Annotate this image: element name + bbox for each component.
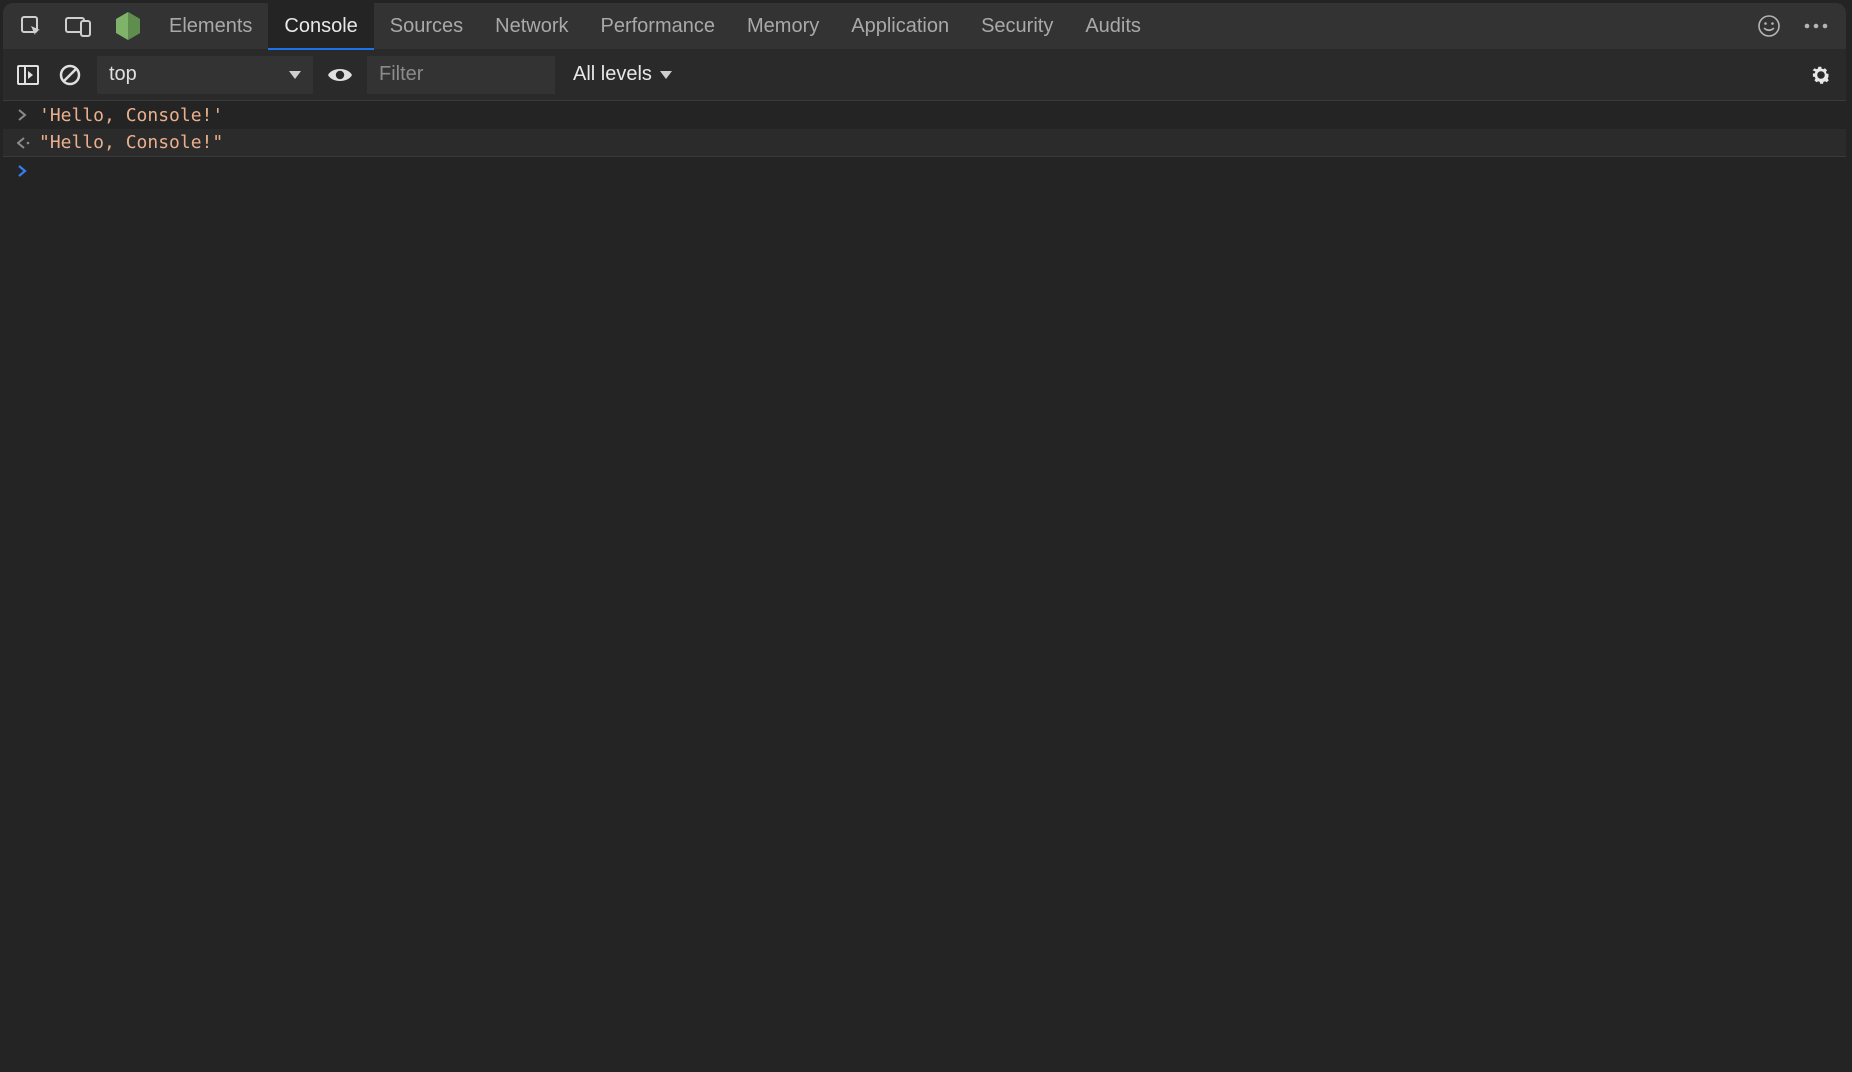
log-level-value: All levels — [573, 63, 652, 86]
tab-label: Network — [495, 15, 568, 38]
tabstrip-right — [1754, 11, 1846, 41]
clear-console-button[interactable] — [55, 60, 85, 90]
context-select-value: top — [109, 63, 137, 86]
row-code: "Hello, Console!" — [39, 132, 223, 153]
tabstrip-left: Elements Console Sources Network Performance… — [3, 3, 1157, 49]
smiley-icon — [1758, 15, 1780, 37]
eye-icon — [327, 66, 353, 84]
console-output-row: "Hello, Console!" — [3, 129, 1846, 157]
console-input-row: 'Hello, Console!' — [3, 101, 1846, 129]
row-gutter — [17, 137, 39, 149]
console-settings-button[interactable] — [1806, 60, 1836, 90]
more-menu-button[interactable] — [1800, 11, 1832, 41]
inspect-element-button[interactable] — [3, 3, 53, 49]
chevron-right-icon — [17, 109, 27, 121]
sidebar-toggle-icon — [17, 65, 39, 85]
tab-label: Sources — [390, 15, 463, 38]
chevron-right-icon — [17, 165, 27, 177]
tab-application[interactable]: Application — [835, 3, 965, 49]
execution-context-select[interactable]: top — [97, 56, 313, 94]
chevron-down-icon — [660, 71, 672, 79]
tab-network[interactable]: Network — [479, 3, 584, 49]
row-code: 'Hello, Console!' — [39, 105, 223, 126]
filter-input[interactable] — [367, 56, 555, 94]
row-gutter — [17, 109, 39, 121]
tab-label: Application — [851, 15, 949, 38]
tab-elements[interactable]: Elements — [153, 3, 268, 49]
feedback-button[interactable] — [1754, 11, 1784, 41]
log-level-select[interactable]: All levels — [567, 63, 678, 86]
devtools-tabstrip: Elements Console Sources Network Performance… — [3, 3, 1846, 49]
row-gutter — [17, 165, 39, 177]
tab-label: Performance — [601, 15, 716, 38]
tab-label: Elements — [169, 15, 252, 38]
toggle-device-toolbar-button[interactable] — [53, 3, 103, 49]
tab-sources[interactable]: Sources — [374, 3, 479, 49]
nodejs-icon — [115, 11, 141, 41]
console-body: 'Hello, Console!' "Hello, Console!" — [3, 101, 1846, 185]
tab-label: Audits — [1085, 15, 1141, 38]
nodejs-debug-button[interactable] — [103, 3, 153, 49]
inspect-icon — [19, 14, 43, 38]
device-icon — [65, 15, 91, 37]
tab-console[interactable]: Console — [268, 3, 373, 49]
tab-performance[interactable]: Performance — [585, 3, 732, 49]
live-expression-button[interactable] — [325, 60, 355, 90]
return-left-icon — [17, 137, 31, 149]
console-toolbar: top All levels — [3, 49, 1846, 101]
devtools-tabs: Elements Console Sources Network Performance… — [153, 3, 1157, 49]
dots-horizontal-icon — [1804, 23, 1828, 29]
tab-security[interactable]: Security — [965, 3, 1069, 49]
gear-icon — [1809, 63, 1833, 87]
tab-audits[interactable]: Audits — [1069, 3, 1157, 49]
tab-label: Security — [981, 15, 1053, 38]
toggle-sidebar-button[interactable] — [13, 60, 43, 90]
devtools-panel: Elements Console Sources Network Performance… — [3, 3, 1846, 1029]
tab-label: Console — [284, 15, 357, 38]
tab-label: Memory — [747, 15, 819, 38]
console-prompt-row[interactable] — [3, 157, 1846, 185]
chevron-down-icon — [289, 71, 301, 79]
tab-memory[interactable]: Memory — [731, 3, 835, 49]
ban-icon — [59, 64, 81, 86]
